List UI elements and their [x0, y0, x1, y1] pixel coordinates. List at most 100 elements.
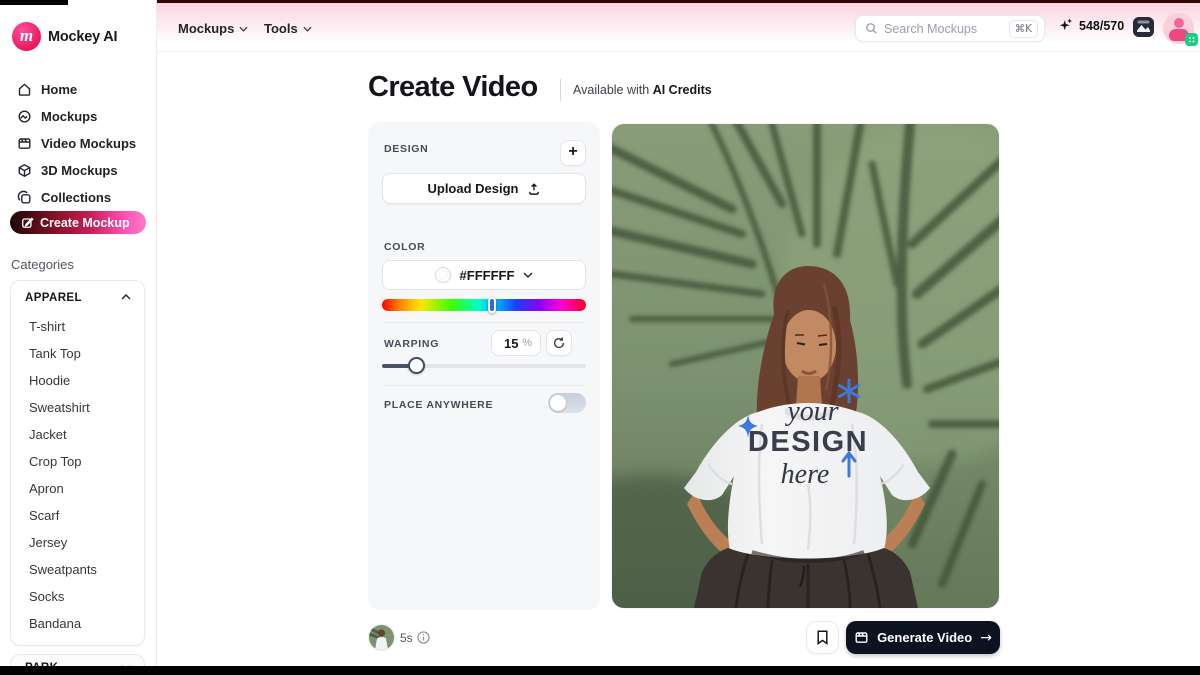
- sidebar-item-mockups[interactable]: Mockups: [0, 103, 157, 130]
- pen-icon: [21, 216, 34, 229]
- letterbox-bottom: [0, 666, 1200, 675]
- categories-heading: Categories: [11, 257, 74, 272]
- sidebar-item-label: Collections: [41, 190, 111, 205]
- tshirt-mockup-scene: your DESIGN here: [612, 124, 999, 608]
- video-duration: 5s: [400, 631, 413, 645]
- toggle-knob: [550, 395, 566, 411]
- home-icon: [17, 82, 32, 97]
- availability-bold: AI Credits: [653, 83, 712, 97]
- mockup-preview-image[interactable]: your DESIGN here: [612, 124, 999, 608]
- arrow-right-icon: →: [980, 630, 992, 646]
- chevron-down-icon: [303, 26, 312, 32]
- chevron-down-icon: [523, 272, 533, 278]
- chevron-down-icon: [239, 26, 248, 32]
- color-swatch: [435, 267, 451, 283]
- availability-note: Available with AI Credits: [573, 83, 712, 97]
- divider: [382, 322, 586, 323]
- warping-slider-thumb[interactable]: [408, 357, 425, 374]
- brand-logo-icon[interactable]: m: [12, 22, 41, 51]
- menu-label: Tools: [264, 21, 298, 36]
- search-shortcut: ⌘K: [1009, 20, 1038, 38]
- shirt-text-line1: your: [784, 396, 838, 427]
- generate-video-label: Generate Video: [877, 630, 972, 645]
- title-divider: [560, 79, 561, 101]
- sidebar-item-home[interactable]: Home: [0, 76, 157, 103]
- cube-icon: [17, 163, 32, 178]
- color-value: #FFFFFF: [460, 268, 515, 283]
- sidebar-item-collections[interactable]: Collections: [0, 184, 157, 211]
- upload-design-label: Upload Design: [427, 181, 518, 196]
- letterbox-top-line: [157, 0, 1200, 3]
- hue-slider-thumb[interactable]: [488, 297, 496, 313]
- credits-counter[interactable]: 548/570: [1058, 18, 1124, 33]
- place-anywhere-toggle[interactable]: [548, 393, 586, 413]
- add-design-button[interactable]: +: [560, 140, 586, 166]
- avatar-status-badge: [1185, 33, 1198, 46]
- preview-thumbnail[interactable]: [369, 625, 394, 650]
- sidebar-item-3d-mockups[interactable]: 3D Mockups: [0, 157, 157, 184]
- warping-value-box[interactable]: 15 %: [491, 330, 541, 356]
- category-item-apron[interactable]: Apron: [29, 481, 64, 496]
- place-anywhere-label: PLACE ANYWHERE: [384, 399, 493, 411]
- hue-slider[interactable]: [382, 299, 586, 311]
- avatar-head: [1174, 18, 1184, 28]
- letterbox-top-left: [0, 0, 68, 5]
- search-input[interactable]: [884, 22, 1003, 36]
- warping-slider[interactable]: [382, 364, 586, 368]
- menu-tools[interactable]: Tools: [264, 21, 312, 36]
- info-icon[interactable]: [417, 631, 430, 644]
- color-label: COLOR: [384, 241, 425, 253]
- upload-icon: [527, 182, 541, 196]
- category-item-sweatpants[interactable]: Sweatpants: [29, 562, 97, 577]
- create-mockup-button[interactable]: Create Mockup: [10, 211, 146, 234]
- upload-design-button[interactable]: Upload Design: [382, 173, 586, 204]
- app-root: m Mockey AI Home Mockups Video Mockups 3…: [0, 0, 1200, 675]
- sidebar-item-label: Video Mockups: [41, 136, 136, 151]
- category-item-bandana[interactable]: Bandana: [29, 616, 81, 631]
- clapperboard-icon: [854, 630, 869, 645]
- plus-icon: +: [568, 144, 577, 160]
- category-item-scarf[interactable]: Scarf: [29, 508, 59, 523]
- warping-value: 15: [504, 336, 518, 351]
- topbar: Mockups Tools ⌘K 548/570: [157, 0, 1200, 52]
- reset-icon: [552, 336, 566, 350]
- search-box[interactable]: ⌘K: [855, 15, 1045, 42]
- credits-value: 548/570: [1079, 19, 1124, 33]
- category-card-apparel: APPAREL T-shirt Tank Top Hoodie Sweatshi…: [10, 280, 145, 646]
- sidebar-item-label: 3D Mockups: [41, 163, 118, 178]
- bookmark-button[interactable]: [806, 621, 839, 654]
- sidebar: m Mockey AI Home Mockups Video Mockups 3…: [0, 0, 157, 675]
- gallery-icon[interactable]: [1133, 17, 1154, 37]
- create-mockup-label: Create Mockup: [40, 216, 130, 230]
- controls-panel: DESIGN + Upload Design COLOR #FFFFFF WAR…: [368, 122, 600, 610]
- warping-reset-button[interactable]: [546, 330, 572, 356]
- brand-name: Mockey AI: [48, 29, 117, 45]
- category-item-sweatshirt[interactable]: Sweatshirt: [29, 400, 90, 415]
- warping-unit: %: [522, 337, 532, 349]
- search-icon: [865, 22, 878, 35]
- bookmark-icon: [816, 630, 829, 645]
- category-item-jacket[interactable]: Jacket: [29, 427, 67, 442]
- category-item-jersey[interactable]: Jersey: [29, 535, 67, 550]
- page-title: Create Video: [368, 71, 538, 104]
- collections-icon: [17, 190, 32, 205]
- design-label: DESIGN: [384, 143, 428, 155]
- sidebar-item-video-mockups[interactable]: Video Mockups: [0, 130, 157, 157]
- divider: [382, 385, 586, 386]
- category-item-socks[interactable]: Socks: [29, 589, 64, 604]
- category-item-hoodie[interactable]: Hoodie: [29, 373, 70, 388]
- category-item-tshirt[interactable]: T-shirt: [29, 319, 65, 334]
- sparkle-credits-icon: [1058, 18, 1073, 33]
- generate-video-button[interactable]: Generate Video →: [846, 621, 1000, 654]
- category-item-tank-top[interactable]: Tank Top: [29, 346, 81, 361]
- chevron-up-icon[interactable]: [121, 294, 131, 300]
- sidebar-item-label: Mockups: [41, 109, 97, 124]
- warping-label: WARPING: [384, 338, 439, 350]
- shirt-text-line3: here: [781, 459, 830, 490]
- menu-mockups[interactable]: Mockups: [178, 21, 248, 36]
- availability-prefix: Available with: [573, 83, 649, 97]
- category-title[interactable]: APPAREL: [25, 292, 82, 304]
- color-select[interactable]: #FFFFFF: [382, 260, 586, 290]
- category-item-crop-top[interactable]: Crop Top: [29, 454, 82, 469]
- menu-label: Mockups: [178, 21, 234, 36]
